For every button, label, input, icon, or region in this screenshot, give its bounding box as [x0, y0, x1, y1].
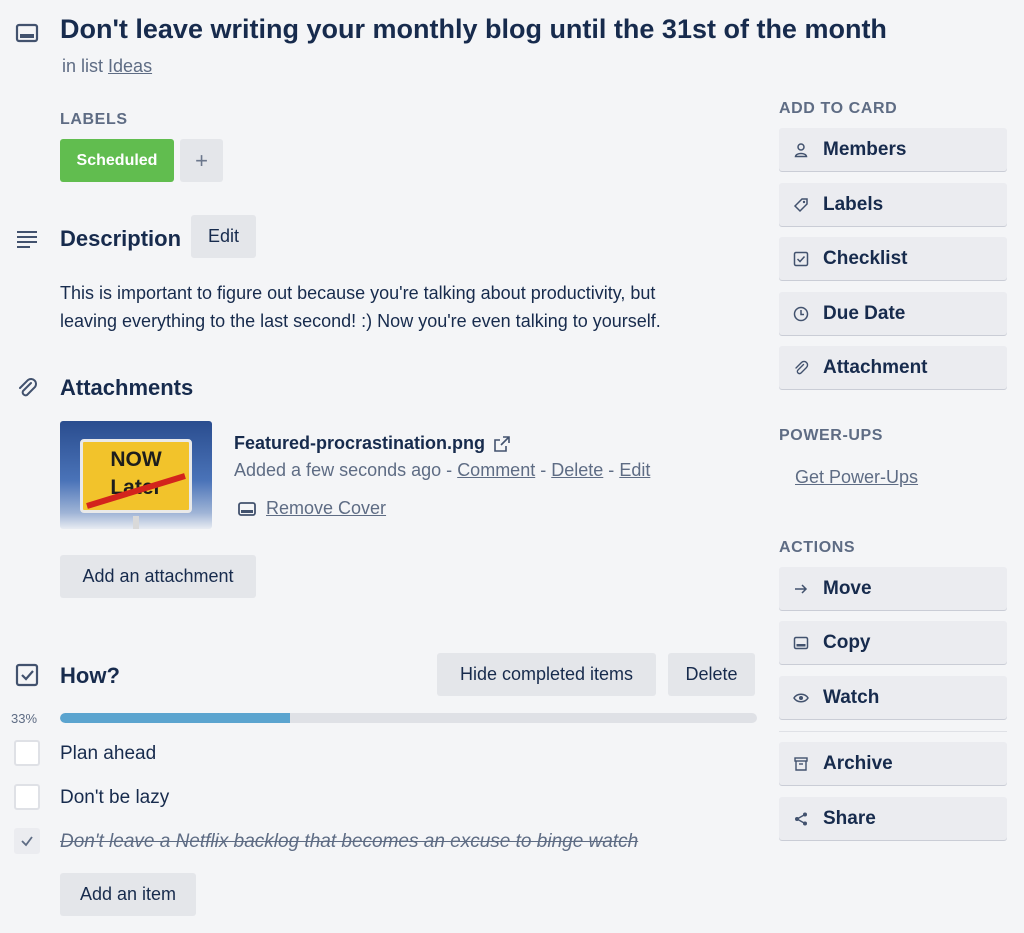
attachment-thumbnail[interactable]: NOW Later — [60, 421, 212, 529]
card-icon — [15, 23, 39, 43]
attachment-label: Attachment — [823, 356, 928, 378]
checklist-item-text-completed[interactable]: Don't leave a Netflix backlog that becom… — [60, 831, 638, 853]
actions-heading: ACTIONS — [779, 539, 856, 556]
clock-icon — [793, 306, 809, 321]
progress-track — [60, 713, 757, 723]
checklist-item-checkbox-checked[interactable] — [14, 828, 40, 854]
checklist-heading[interactable]: How? — [60, 663, 120, 689]
thumbnail-post — [133, 516, 139, 529]
copy-label: Copy — [823, 631, 871, 653]
checklist-item-checkbox[interactable] — [14, 740, 40, 766]
add-label-button[interactable]: + — [180, 139, 223, 182]
archive-label: Archive — [823, 752, 893, 774]
attachment-separator: - — [446, 460, 453, 480]
labels-heading: LABELS — [60, 111, 128, 128]
move-label: Move — [823, 577, 872, 599]
attachment-separator: - — [540, 460, 547, 480]
description-text[interactable]: This is important to figure out because … — [60, 279, 661, 335]
progress-percent: 33% — [11, 711, 38, 726]
paperclip-icon — [795, 360, 809, 374]
list-location: in list Ideas — [62, 56, 152, 77]
copy-button[interactable]: Copy — [779, 621, 1007, 664]
remove-cover-label: Remove Cover — [266, 498, 387, 518]
add-to-card-heading: ADD TO CARD — [779, 100, 898, 117]
attachment-delete-link[interactable]: Delete — [551, 460, 603, 480]
delete-checklist-button[interactable]: Delete — [668, 653, 755, 696]
check-icon — [21, 836, 33, 847]
hide-completed-button[interactable]: Hide completed items — [437, 653, 656, 696]
paperclip-icon — [19, 378, 37, 397]
attachment-comment-link[interactable]: Comment — [457, 460, 535, 480]
due-date-label: Due Date — [823, 302, 906, 324]
edit-description-button[interactable]: Edit — [191, 215, 256, 258]
list-location-prefix: in list — [62, 56, 104, 76]
watch-button[interactable]: Watch — [779, 676, 1007, 719]
description-heading: Description — [60, 226, 182, 251]
labels-label: Labels — [823, 193, 884, 215]
checklist-icon — [15, 663, 39, 687]
thumbnail-strike — [86, 473, 186, 509]
due-date-button[interactable]: Due Date — [779, 292, 1007, 335]
remove-cover-link[interactable]: Remove Cover — [238, 498, 386, 519]
description-icon — [17, 231, 37, 248]
attachment-meta: Added a few seconds ago - Comment - Dele… — [234, 460, 650, 481]
arrow-right-icon — [795, 583, 808, 594]
external-link-icon[interactable] — [493, 435, 511, 453]
share-icon — [795, 812, 807, 825]
card-cover-icon — [238, 501, 256, 516]
power-ups-heading: POWER-UPS — [779, 427, 884, 444]
thumbnail-sign: NOW Later — [80, 439, 192, 513]
tag-icon — [793, 197, 808, 212]
get-power-ups-link[interactable]: Get Power-Ups — [795, 467, 918, 488]
add-checklist-item-button[interactable]: Add an item — [60, 873, 196, 916]
labels-button[interactable]: Labels — [779, 183, 1007, 226]
checklist-item-checkbox[interactable] — [14, 784, 40, 810]
attachment-separator: - — [608, 460, 615, 480]
checklist-item-text[interactable]: Plan ahead — [60, 743, 156, 765]
members-button[interactable]: Members — [779, 128, 1007, 171]
move-button[interactable]: Move — [779, 567, 1007, 610]
attachment-added-text: Added a few seconds ago — [234, 460, 442, 480]
checklist-button[interactable]: Checklist — [779, 237, 1007, 280]
description-line-2: leaving everything to the last second! :… — [60, 311, 661, 331]
checkbox-icon — [793, 251, 809, 266]
attachment-file-name-text: Featured-procrastination.png — [234, 433, 486, 453]
list-name-link[interactable]: Ideas — [108, 56, 152, 76]
card-title[interactable]: Don't leave writing your monthly blog un… — [60, 14, 887, 45]
members-label: Members — [823, 138, 907, 160]
card-icon — [793, 636, 809, 649]
attachment-button[interactable]: Attachment — [779, 346, 1007, 389]
description-line-1: This is important to figure out because … — [60, 283, 656, 303]
person-icon — [794, 142, 808, 157]
add-attachment-button[interactable]: Add an attachment — [60, 555, 256, 598]
sidebar-divider — [779, 731, 1007, 732]
archive-button[interactable]: Archive — [779, 742, 1007, 785]
checklist-label: Checklist — [823, 247, 908, 269]
progress-fill — [60, 713, 290, 723]
attachments-heading: Attachments — [60, 375, 194, 400]
attachment-file-name[interactable]: Featured-procrastination.png — [234, 433, 511, 454]
share-label: Share — [823, 807, 876, 829]
eye-icon — [793, 693, 809, 702]
label-scheduled[interactable]: Scheduled — [60, 139, 174, 182]
attachment-edit-link[interactable]: Edit — [619, 460, 650, 480]
checklist-item-text[interactable]: Don't be lazy — [60, 787, 169, 809]
share-button[interactable]: Share — [779, 797, 1007, 840]
watch-label: Watch — [823, 686, 880, 708]
archive-icon — [794, 756, 808, 771]
